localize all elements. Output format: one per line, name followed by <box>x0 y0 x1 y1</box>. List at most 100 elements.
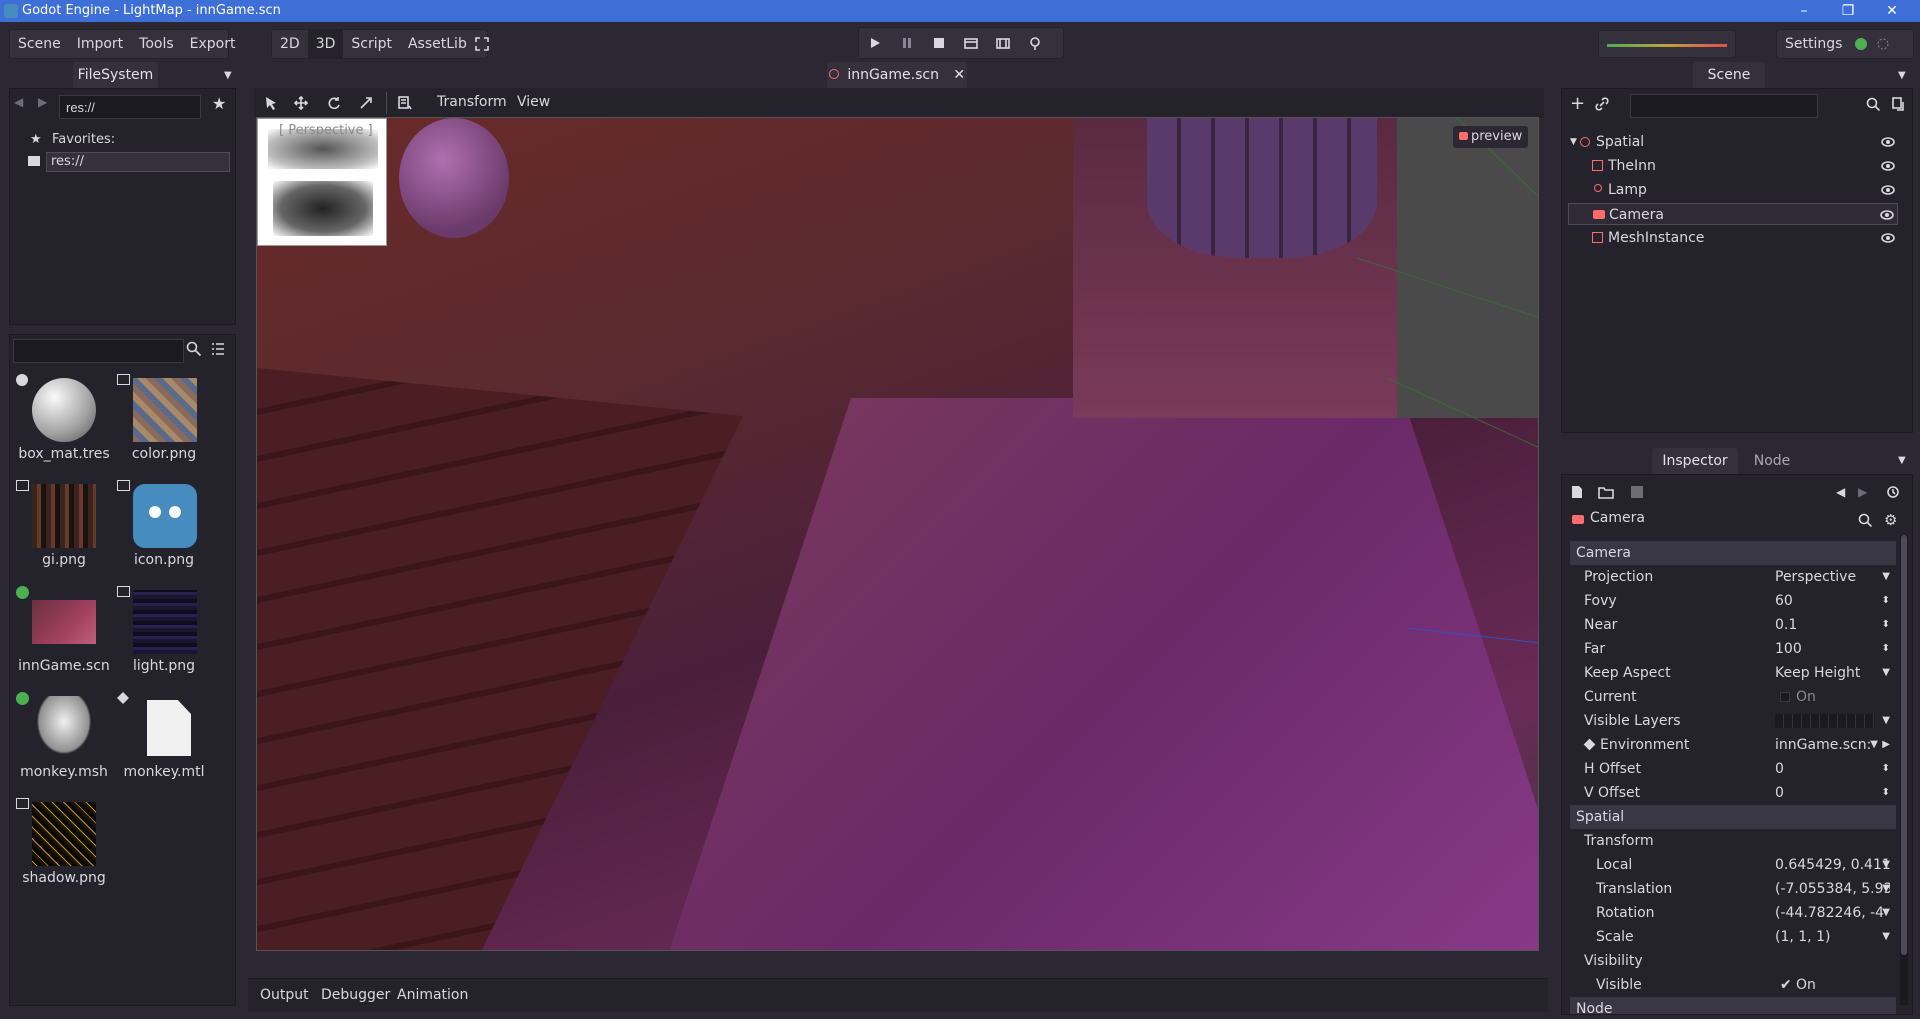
menu-transform[interactable]: Transform <box>437 94 507 110</box>
prop-value[interactable]: 0.645429, 0.411 <box>1775 853 1890 877</box>
prop-visible-layers[interactable]: Visible Layers ▼ <box>1570 709 1896 733</box>
section-spatial[interactable]: Spatial <box>1570 805 1896 829</box>
mesh-thumbnail[interactable] <box>32 696 96 760</box>
prop-value[interactable]: innGame.scn:: <box>1775 733 1873 757</box>
file-search-input[interactable] <box>13 339 184 363</box>
restore-icon[interactable]: ❐ <box>1826 0 1870 22</box>
tab-filesystem[interactable]: FileSystem <box>73 62 158 88</box>
perspective-label[interactable]: [ Perspective ] <box>279 123 373 138</box>
stop-icon[interactable] <box>923 29 955 57</box>
pause-icon[interactable] <box>891 29 923 57</box>
tab-debugger[interactable]: Debugger <box>321 987 390 1003</box>
link-icon[interactable] <box>1595 97 1609 115</box>
dock-menu-icon[interactable]: ▼ <box>224 70 232 81</box>
mode-assetlib[interactable]: AssetLib <box>400 30 475 58</box>
prop-value[interactable]: 0 <box>1775 781 1890 805</box>
search-icon[interactable] <box>1866 97 1881 115</box>
prop-far[interactable]: Far 100 ⬍ <box>1570 637 1896 661</box>
expand-arrow-icon[interactable]: ▶ <box>1882 733 1890 757</box>
spinner-arrows-icon[interactable]: ⬍ <box>1882 589 1890 613</box>
menu-import[interactable]: Import <box>69 30 131 58</box>
mode-script[interactable]: Script <box>343 30 400 58</box>
group-visibility[interactable]: Visibility <box>1570 949 1896 973</box>
spinner-arrows-icon[interactable]: ⬍ <box>1882 637 1890 661</box>
material-thumbnail[interactable] <box>32 378 96 442</box>
image-thumbnail[interactable] <box>133 378 197 442</box>
image-thumbnail[interactable] <box>32 802 96 866</box>
open-folder-icon[interactable] <box>1598 485 1614 503</box>
prop-value[interactable]: 60 <box>1775 589 1890 613</box>
menu-export[interactable]: Export <box>182 30 244 58</box>
file-label[interactable]: monkey.mtl <box>116 764 212 780</box>
file-label[interactable]: gi.png <box>16 552 112 568</box>
prop-scale[interactable]: Scale (1, 1, 1) ▼ <box>1570 925 1896 949</box>
prop-value[interactable]: 100 <box>1775 637 1890 661</box>
play-scene-icon[interactable] <box>955 29 987 57</box>
dropdown-arrow-icon[interactable]: ▼ <box>1882 853 1890 877</box>
search-icon[interactable] <box>1858 513 1873 531</box>
section-node[interactable]: Node <box>1570 997 1896 1014</box>
prop-rotation[interactable]: Rotation (-44.782246, -4 ▼ <box>1570 901 1896 925</box>
prop-environment[interactable]: Environment innGame.scn:: ▼ ▶ <box>1570 733 1896 757</box>
close-window-icon[interactable]: ✕ <box>1870 0 1914 22</box>
dock-menu-icon[interactable]: ▼ <box>1898 455 1906 466</box>
tab-scene[interactable]: Scene <box>1693 62 1765 88</box>
tab-node[interactable]: Node <box>1741 448 1803 474</box>
tab-inspector[interactable]: Inspector <box>1652 448 1738 474</box>
group-transform[interactable]: Transform <box>1570 829 1896 853</box>
remote-tree-icon[interactable] <box>1892 97 1906 115</box>
dropdown-arrow-icon[interactable]: ▼ <box>1882 709 1890 733</box>
tree-node-theinn[interactable]: TheInn <box>1568 155 1898 177</box>
file-label[interactable]: monkey.msh <box>16 764 112 780</box>
godot-icon-thumbnail[interactable] <box>133 484 197 548</box>
layers-grid[interactable] <box>1775 714 1875 728</box>
prop-value[interactable]: Keep Height <box>1775 661 1890 685</box>
prop-translation[interactable]: Translation (-7.055384, 5.93 ▼ <box>1570 877 1896 901</box>
list-select-icon[interactable] <box>398 96 412 114</box>
move-tool-icon[interactable] <box>293 95 309 114</box>
menu-tools[interactable]: Tools <box>131 30 182 58</box>
menu-view[interactable]: View <box>517 94 550 110</box>
select-tool-icon[interactable] <box>264 96 278 114</box>
prop-value[interactable]: Perspective <box>1775 565 1890 589</box>
file-label[interactable]: icon.png <box>116 552 212 568</box>
tab-animation[interactable]: Animation <box>397 987 468 1003</box>
file-thumbnail[interactable] <box>147 700 191 756</box>
spinner-arrows-icon[interactable]: ⬍ <box>1882 781 1890 805</box>
file-label[interactable]: innGame.scn <box>16 658 112 674</box>
prop-fovy[interactable]: Fovy 60 ⬍ <box>1570 589 1896 613</box>
prop-visible[interactable]: Visible ✔ On <box>1570 973 1896 997</box>
dropdown-arrow-icon[interactable]: ▼ <box>1882 901 1890 925</box>
spinner-arrows-icon[interactable]: ⬍ <box>1882 613 1890 637</box>
image-thumbnail[interactable] <box>133 590 197 654</box>
checkmark-icon[interactable]: ✔ <box>1780 973 1792 997</box>
list-view-icon[interactable] <box>211 342 225 360</box>
mode-3d[interactable]: 3D <box>307 30 344 58</box>
dropdown-arrow-icon[interactable]: ▼ <box>1870 733 1878 757</box>
visibility-eye-icon[interactable] <box>1880 135 1896 149</box>
tree-node-spatial[interactable]: ▼ Spatial <box>1568 131 1898 153</box>
history-forward-icon[interactable]: ▶ <box>1858 485 1867 499</box>
history-back-icon[interactable]: ◀ <box>1836 485 1845 499</box>
visibility-eye-icon[interactable] <box>1880 231 1896 245</box>
prop-value[interactable]: (-44.782246, -4 <box>1775 901 1890 925</box>
inspector-scrollbar[interactable] <box>1900 535 1908 1005</box>
tree-node-camera[interactable]: Camera <box>1568 203 1898 225</box>
settings-button[interactable]: Settings <box>1777 30 1850 58</box>
section-camera[interactable]: Camera <box>1570 541 1896 565</box>
tab-inngame-scene[interactable]: innGame.scn ✕ <box>827 62 967 88</box>
inspected-object-name[interactable]: Camera <box>1590 510 1645 526</box>
spinner-arrows-icon[interactable]: ⬍ <box>1882 757 1890 781</box>
preview-toggle[interactable]: preview <box>1453 126 1529 148</box>
prop-current[interactable]: Current On <box>1570 685 1896 709</box>
prop-keep-aspect[interactable]: Keep Aspect Keep Height ▼ <box>1570 661 1896 685</box>
dropdown-arrow-icon[interactable]: ▼ <box>1882 565 1890 589</box>
new-resource-icon[interactable] <box>1570 485 1584 503</box>
tree-node-meshinstance[interactable]: MeshInstance <box>1568 227 1898 249</box>
visibility-eye-icon[interactable] <box>1880 159 1896 173</box>
prop-value[interactable]: (1, 1, 1) <box>1775 925 1890 949</box>
scrollbar-thumb[interactable] <box>1901 535 1907 955</box>
collapse-arrow-icon[interactable]: ▼ <box>1570 131 1577 153</box>
prop-value[interactable]: 0.1 <box>1775 613 1890 637</box>
minimize-icon[interactable]: – <box>1782 0 1826 22</box>
